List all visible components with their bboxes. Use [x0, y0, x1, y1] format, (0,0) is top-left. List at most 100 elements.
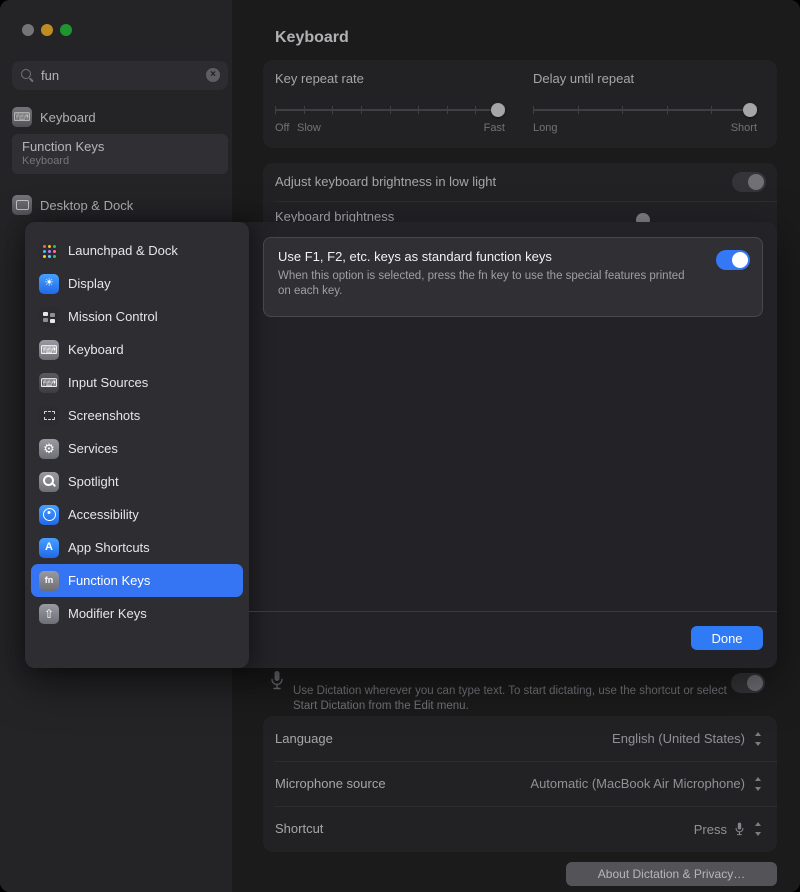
- key-repeat-slider[interactable]: [275, 102, 505, 118]
- key-repeat-group: Key repeat rate Off Slow Fast: [275, 60, 505, 148]
- chevron-up-down-icon: [752, 776, 765, 792]
- dictation-intro: Use Dictation wherever you can type text…: [263, 668, 777, 710]
- key-repeat-label: Key repeat rate: [275, 71, 364, 86]
- tick-label: Off: [275, 122, 289, 134]
- dictation-toggle[interactable]: [731, 673, 765, 693]
- minimize-button[interactable]: [41, 24, 53, 36]
- toggle-knob: [732, 252, 748, 268]
- category-modifier-keys[interactable]: ⇧ Modifier Keys: [31, 597, 243, 630]
- category-label: Input Sources: [68, 375, 148, 390]
- slider-labels: Off Slow Fast: [275, 122, 505, 136]
- sidebar-item-label: Keyboard: [40, 110, 96, 125]
- tick-label: Long: [533, 122, 557, 134]
- microphone-small-icon: [734, 822, 745, 837]
- function-keys-panel: Use F1, F2, etc. keys as standard functi…: [249, 222, 777, 668]
- mission-control-icon: [39, 307, 59, 327]
- search-icon: [21, 69, 31, 79]
- low-light-toggle[interactable]: [732, 172, 766, 192]
- screenshots-icon: [39, 406, 59, 426]
- category-label: Mission Control: [68, 309, 158, 324]
- category-function-keys[interactable]: fn Function Keys: [31, 564, 243, 597]
- language-popup-button[interactable]: English (United States): [612, 716, 765, 761]
- key-repeat-card: Key repeat rate Off Slow Fast Delay unti…: [263, 60, 777, 148]
- category-label: App Shortcuts: [68, 540, 150, 555]
- dictation-description: Use Dictation wherever you can type text…: [293, 684, 731, 714]
- done-button[interactable]: Done: [691, 626, 763, 650]
- category-input-sources[interactable]: ⌨ Input Sources: [31, 366, 243, 399]
- slider-ticks: [275, 106, 505, 114]
- category-label: Launchpad & Dock: [68, 243, 178, 258]
- category-launchpad-dock[interactable]: Launchpad & Dock: [31, 234, 243, 267]
- microphone-source-popup-button[interactable]: Automatic (MacBook Air Microphone): [530, 761, 765, 806]
- category-display[interactable]: ☀ Display: [31, 267, 243, 300]
- category-keyboard[interactable]: ⌨ Keyboard: [31, 333, 243, 366]
- chevron-up-down-icon: [752, 731, 765, 747]
- microphone-source-label: Microphone source: [275, 776, 386, 791]
- spotlight-icon: [39, 472, 59, 492]
- category-label: Function Keys: [68, 573, 150, 588]
- category-label: Spotlight: [68, 474, 119, 489]
- category-label: Display: [68, 276, 111, 291]
- about-dictation-privacy-button[interactable]: About Dictation & Privacy…: [566, 862, 777, 886]
- chevron-up-down-icon: [752, 821, 765, 837]
- slider-ticks: [533, 106, 757, 114]
- desktop-dock-icon: [12, 195, 32, 215]
- language-value: English (United States): [612, 731, 745, 746]
- services-icon: ⚙: [39, 439, 59, 459]
- tick-label: Slow: [297, 122, 321, 134]
- search-input[interactable]: [41, 61, 191, 90]
- launchpad-dock-icon: [39, 241, 59, 261]
- tick-label: Short: [731, 122, 757, 134]
- category-screenshots[interactable]: Screenshots: [31, 399, 243, 432]
- slider-knob[interactable]: [743, 103, 757, 117]
- shortcut-row: Shortcut Press: [263, 806, 777, 852]
- category-label: Services: [68, 441, 118, 456]
- function-keys-option-title: Use F1, F2, etc. keys as standard functi…: [278, 249, 748, 264]
- display-icon: ☀: [39, 274, 59, 294]
- language-label: Language: [275, 731, 333, 746]
- category-accessibility[interactable]: Accessibility: [31, 498, 243, 531]
- category-app-shortcuts[interactable]: A App Shortcuts: [31, 531, 243, 564]
- system-settings-window: × ⌨ Keyboard Function Keys Keyboard Desk…: [0, 0, 800, 892]
- keyboard-icon: ⌨: [12, 107, 32, 127]
- category-label: Accessibility: [68, 507, 139, 522]
- sidebar-item-keyboard[interactable]: ⌨ Keyboard: [12, 104, 96, 130]
- function-keys-icon: fn: [39, 571, 59, 591]
- delay-slider[interactable]: [533, 102, 757, 118]
- shortcut-popup-button[interactable]: Press: [694, 806, 765, 852]
- slider-knob[interactable]: [491, 103, 505, 117]
- category-spotlight[interactable]: Spotlight: [31, 465, 243, 498]
- function-keys-option-description: When this option is selected, press the …: [278, 269, 698, 299]
- accessibility-icon: [39, 505, 59, 525]
- microphone-icon: [269, 670, 285, 692]
- close-button[interactable]: [22, 24, 34, 36]
- toggle-knob: [748, 174, 764, 190]
- tick-label: Fast: [484, 122, 505, 134]
- search-result-function-keys[interactable]: Function Keys Keyboard: [12, 134, 228, 174]
- zoom-button[interactable]: [60, 24, 72, 36]
- category-mission-control[interactable]: Mission Control: [31, 300, 243, 333]
- function-keys-toggle[interactable]: [716, 250, 750, 270]
- category-label: Keyboard: [68, 342, 124, 357]
- delay-group: Delay until repeat Long Short: [533, 60, 757, 148]
- page-title: Keyboard: [275, 29, 349, 47]
- app-shortcuts-icon: A: [39, 538, 59, 558]
- sidebar-item-desktop-dock[interactable]: Desktop & Dock: [12, 192, 133, 218]
- category-services[interactable]: ⚙ Services: [31, 432, 243, 465]
- language-row: Language English (United States): [263, 716, 777, 761]
- search-result-title: Function Keys: [22, 139, 218, 154]
- search-result-subtitle: Keyboard: [22, 155, 218, 167]
- input-sources-icon: ⌨: [39, 373, 59, 393]
- delay-label: Delay until repeat: [533, 71, 634, 86]
- clear-search-icon[interactable]: ×: [206, 68, 220, 82]
- keyboard-shortcuts-sheet: Launchpad & Dock ☀ Display Mission Contr…: [25, 222, 777, 668]
- keyboard-icon: ⌨: [39, 340, 59, 360]
- shortcut-label: Shortcut: [275, 821, 323, 836]
- function-keys-option-card: Use F1, F2, etc. keys as standard functi…: [263, 237, 763, 317]
- divider: [275, 201, 777, 202]
- window-controls: [22, 24, 72, 36]
- sidebar-search-field[interactable]: ×: [12, 61, 228, 90]
- modifier-keys-icon: ⇧: [39, 604, 59, 624]
- microphone-source-row: Microphone source Automatic (MacBook Air…: [263, 761, 777, 806]
- dictation-settings-card: Language English (United States) Microph…: [263, 716, 777, 852]
